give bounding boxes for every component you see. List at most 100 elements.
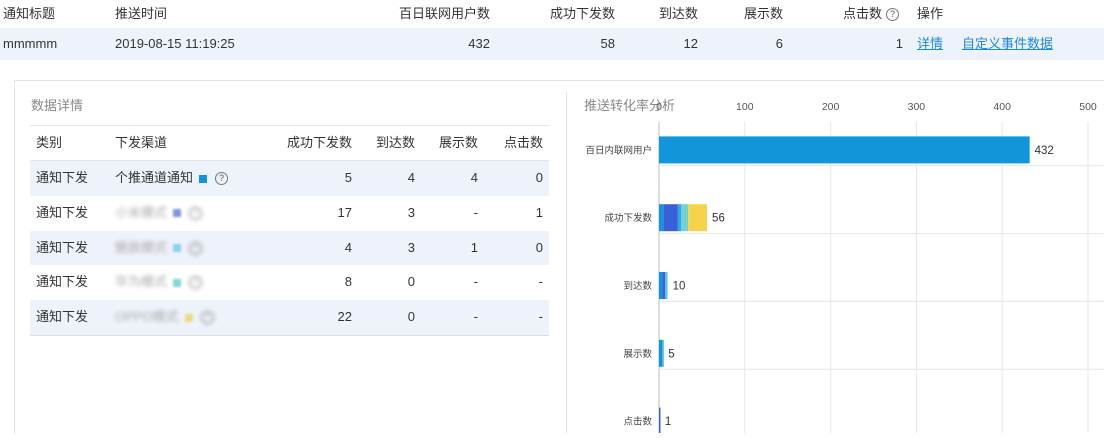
row-reached: 3 (407, 204, 415, 220)
header-sent: 成功下发数 (549, 6, 615, 21)
channel-color-swatch (173, 209, 182, 218)
row-clicked: - (538, 274, 543, 290)
conversion-chart-area: 0 100 200 300 400 500 百日内联网用户 432 成功下发数 56 到达数 10 展示… (566, 92, 1104, 435)
summary-header-row: 通知标题 推送时间 百日联网用户数 成功下发数 到达数 展示数 点击数? 操作 (0, 0, 1104, 28)
category-label: 百日内联网用户 (585, 144, 652, 156)
bar-value-label: 5 (668, 348, 674, 360)
channel-color-swatch (173, 278, 182, 287)
bar-value-label: 432 (1035, 145, 1054, 157)
data-detail-title: 数据详情 (31, 98, 84, 113)
row-reached: 3 (407, 239, 415, 255)
row-type: 通知下发 (36, 239, 89, 255)
detail-header-channel: 下发渠道 (115, 135, 168, 150)
channel-color-swatch (199, 174, 208, 183)
custom-event-data-link[interactable]: 自定义事件数据 (962, 28, 1053, 60)
bar-segment (659, 407, 661, 435)
help-icon[interactable]: ? (215, 172, 229, 186)
row-channel: 个推通道通知? (115, 161, 229, 195)
row-channel: 小米模式? (115, 196, 203, 230)
row-clicked: 0 (535, 239, 543, 255)
detail-header-type: 类别 (36, 135, 63, 150)
row-clicked: 1 (535, 204, 543, 220)
channel-label: 华为模式 (115, 274, 168, 290)
row-shown: - (473, 204, 478, 220)
header-clicked-label: 点击数 (843, 6, 883, 21)
row-sent: 4 (344, 239, 352, 255)
category-label: 点击数 (623, 416, 652, 428)
bar-segment (659, 204, 664, 232)
channel-label: 魅族模式 (115, 239, 168, 255)
row-shown: 6 (775, 36, 783, 51)
bar-segment (659, 272, 663, 299)
row-sent: 22 (337, 309, 352, 325)
category-label: 展示数 (623, 348, 652, 360)
category-label: 成功下发数 (604, 212, 652, 224)
x-tick-label: 200 (822, 101, 840, 113)
row-shown: 4 (470, 170, 478, 185)
row-shown: - (473, 274, 478, 290)
help-icon[interactable]: ? (189, 241, 203, 255)
row-sent: 58 (600, 36, 615, 51)
bar-segment (677, 204, 682, 232)
data-detail-table: 类别 下发渠道 成功下发数 到达数 展示数 点击数 通知下发 个推通道通知? 5 4 4… (30, 125, 549, 336)
channel-label: 个推通道通知 (115, 170, 194, 185)
header-clicked: 点击数? (843, 0, 900, 28)
row-title: mmmmm (3, 36, 58, 51)
x-tick-label: 500 (1079, 101, 1097, 113)
detail-header-clicked: 点击数 (503, 135, 543, 150)
row-users: 432 (468, 36, 490, 51)
detail-header-shown: 展示数 (438, 135, 478, 150)
table-row: 通知下发 个推通道通知? 5 4 4 0 (30, 161, 549, 196)
bar-segment (662, 339, 664, 367)
row-channel: 魅族模式? (115, 231, 203, 265)
detail-link[interactable]: 详情 (917, 28, 943, 60)
detail-header-row: 类别 下发渠道 成功下发数 到达数 展示数 点击数 (30, 125, 549, 161)
table-row: 通知下发 华为模式? 8 0 - - (30, 265, 549, 300)
row-reached: 4 (407, 170, 415, 185)
bar-segment (665, 272, 668, 299)
row-sent: 8 (344, 274, 352, 290)
push-summary-table: 通知标题 推送时间 百日联网用户数 成功下发数 到达数 展示数 点击数? 操作 … (0, 0, 1104, 60)
row-type: 通知下发 (36, 204, 89, 220)
row-reached: 0 (407, 274, 415, 290)
row-type: 通知下发 (36, 309, 89, 325)
row-shown: 1 (470, 239, 478, 255)
row-channel: OPPO模式? (115, 300, 214, 334)
channel-label: OPPO模式 (115, 309, 179, 325)
row-sent: 5 (344, 170, 352, 185)
header-actions: 操作 (917, 6, 944, 21)
table-row: 通知下发 小米模式? 17 3 - 1 (30, 196, 549, 231)
bar-segment (688, 204, 708, 232)
row-time: 2019-08-15 11:19:25 (115, 36, 235, 51)
row-clicked: 0 (535, 170, 543, 185)
header-shown: 展示数 (743, 6, 783, 21)
help-icon[interactable]: ? (200, 311, 214, 325)
x-tick-label: 400 (993, 101, 1011, 113)
help-icon[interactable]: ? (189, 206, 203, 220)
table-row: mmmmm 2019-08-15 11:19:25 432 58 12 6 1 … (0, 28, 1104, 60)
bar-value-label: 56 (712, 213, 725, 225)
category-label: 到达数 (623, 280, 652, 292)
table-row: 通知下发 魅族模式? 4 3 1 0 (30, 230, 549, 266)
x-tick-label: 100 (736, 101, 754, 113)
detail-header-reached: 到达数 (375, 135, 415, 150)
channel-label: 小米模式 (115, 204, 168, 220)
row-clicked: - (538, 309, 543, 325)
bar-segment (681, 204, 689, 232)
help-icon[interactable]: ? (886, 8, 900, 22)
header-title: 通知标题 (3, 6, 56, 21)
bar-value-label: 10 (673, 281, 686, 293)
detail-header-sent: 成功下发数 (286, 135, 352, 150)
bar-segment (659, 339, 663, 367)
help-icon[interactable]: ? (189, 276, 203, 290)
header-reached: 到达数 (658, 6, 698, 21)
channel-color-swatch (184, 313, 193, 322)
conversion-bar-chart: 0 100 200 300 400 500 百日内联网用户 432 成功下发数 56 到达数 10 展示… (585, 101, 1104, 435)
row-type: 通知下发 (36, 170, 89, 185)
x-tick-label: 300 (908, 101, 926, 113)
row-reached: 0 (407, 309, 415, 325)
header-time: 推送时间 (115, 6, 168, 21)
row-clicked: 1 (895, 36, 903, 51)
header-users: 百日联网用户数 (398, 6, 490, 21)
row-shown: - (473, 309, 478, 325)
